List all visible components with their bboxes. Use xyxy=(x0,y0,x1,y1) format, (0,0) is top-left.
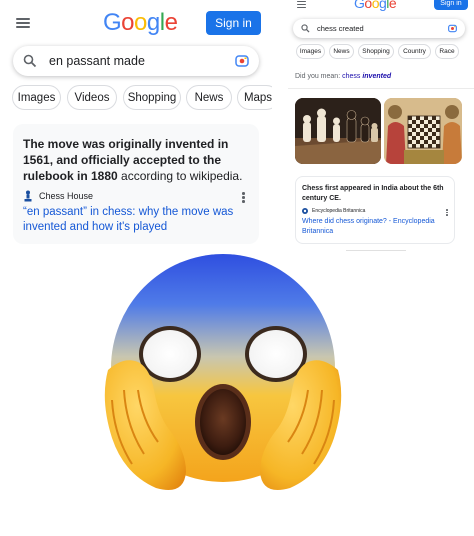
tab-images[interactable]: Images xyxy=(296,44,325,59)
tab-race[interactable]: Race xyxy=(435,44,459,59)
search-input[interactable]: chess created xyxy=(317,24,364,33)
menu-icon[interactable] xyxy=(297,1,306,11)
lens-camera-icon[interactable] xyxy=(235,54,249,68)
google-logo[interactable]: Google xyxy=(354,0,397,11)
source-row: Chess House xyxy=(23,190,93,202)
left-search-screenshot: Google Sign in en passant made Images Vi… xyxy=(0,0,272,250)
google-logo[interactable]: Google xyxy=(103,9,178,37)
lens-camera-icon[interactable] xyxy=(448,24,457,33)
image-result-chess-manuscript[interactable] xyxy=(384,98,462,164)
featured-snippet: The move was originally invented in 1561… xyxy=(13,124,259,244)
screaming-face-emoji xyxy=(104,254,342,490)
source-row: Encyclopedia Britannica xyxy=(302,208,365,214)
tab-maps[interactable]: Maps xyxy=(237,85,272,110)
more-options-icon[interactable] xyxy=(242,192,245,203)
image-result-chess-pieces[interactable] xyxy=(295,98,381,164)
tab-shopping[interactable]: Shopping xyxy=(123,85,181,110)
tab-images[interactable]: Images xyxy=(12,85,61,110)
chess-pieces-image xyxy=(295,98,381,164)
featured-snippet: Chess first appeared in India about the … xyxy=(295,176,455,244)
divider xyxy=(346,250,406,251)
britannica-favicon-icon xyxy=(302,208,308,214)
result-link[interactable]: Where did chess originate? - Encyclopedi… xyxy=(302,217,450,237)
source-name: Chess House xyxy=(39,191,94,201)
search-icon[interactable] xyxy=(301,24,310,33)
snippet-answer: Chess first appeared in India about the … xyxy=(302,185,444,202)
did-you-mean-link[interactable]: chess invented xyxy=(342,73,391,80)
search-icon[interactable] xyxy=(23,54,37,68)
snippet-answer: The move was originally invented in 1561… xyxy=(23,137,243,183)
sign-in-button[interactable]: Sign in xyxy=(206,11,261,35)
tab-country[interactable]: Country xyxy=(398,44,431,59)
chess-manuscript-image xyxy=(384,98,462,164)
right-search-screenshot: Google Sign in chess created Images News… xyxy=(288,0,474,256)
did-you-mean: Did you mean: chess invented xyxy=(295,73,392,80)
tab-videos[interactable]: Videos xyxy=(67,85,117,110)
chess-house-favicon-icon xyxy=(24,190,32,202)
result-link[interactable]: “en passant” in chess: why the move was … xyxy=(23,205,251,235)
search-tabs: Images Videos Shopping News Maps xyxy=(12,85,272,110)
source-name: Encyclopedia Britannica xyxy=(312,208,366,214)
search-tabs: Images News Shopping Country Race xyxy=(296,44,459,59)
sign-in-button[interactable]: Sign in xyxy=(434,0,468,10)
search-input[interactable]: en passant made xyxy=(49,54,145,68)
search-bar[interactable]: en passant made xyxy=(13,46,259,76)
tab-shopping[interactable]: Shopping xyxy=(358,44,394,59)
tab-news[interactable]: News xyxy=(186,85,232,110)
tab-news[interactable]: News xyxy=(329,44,354,59)
divider xyxy=(288,88,474,89)
menu-icon[interactable] xyxy=(16,18,30,28)
more-options-icon[interactable] xyxy=(446,209,448,216)
search-bar[interactable]: chess created xyxy=(293,19,465,38)
